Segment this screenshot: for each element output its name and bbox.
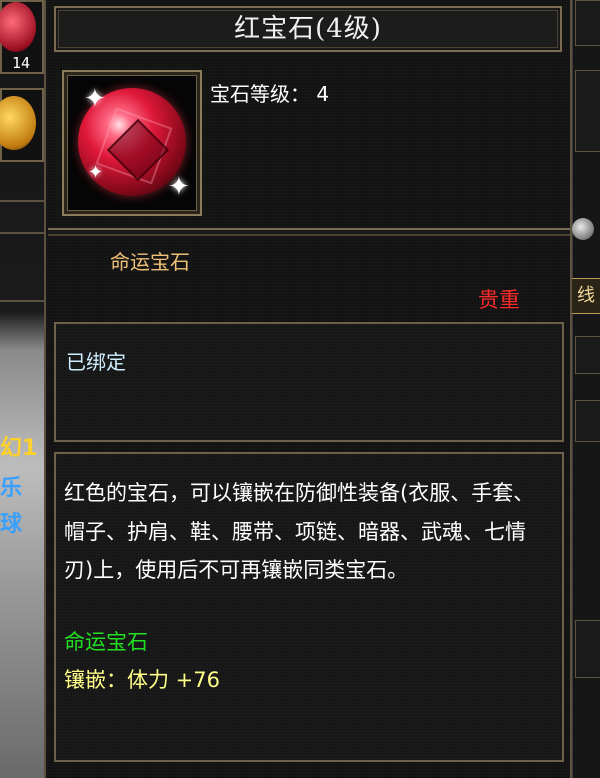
- coin-icon[interactable]: [572, 218, 594, 240]
- gem-slot-icon: [0, 2, 36, 52]
- gem-level-label: 宝石等级：: [210, 82, 310, 106]
- slot-count: 14: [12, 54, 31, 72]
- item-quality: 贵重: [478, 288, 520, 312]
- item-description: 红色的宝石，可以镶嵌在防御性装备(衣服、手套、帽子、护肩、鞋、腰带、项链、暗器、…: [64, 481, 535, 582]
- item-icon-frame: ✦ ✦ ✦: [62, 70, 202, 216]
- section-divider: [48, 228, 570, 236]
- background-text: 球: [0, 512, 23, 537]
- right-tab[interactable]: [575, 400, 600, 442]
- sparkle-icon: ✦: [84, 84, 106, 114]
- inlay-stat: 镶嵌：体力 +76: [64, 668, 220, 692]
- background-text: 幻1: [0, 436, 38, 461]
- bind-status: 已绑定: [66, 350, 126, 374]
- gem-level: 宝石等级： 4: [210, 78, 329, 107]
- item-title: 红宝石(4级): [54, 6, 562, 52]
- side-bar: [0, 200, 44, 234]
- right-tab[interactable]: [575, 620, 600, 678]
- side-bar: [0, 260, 44, 302]
- right-tab[interactable]: [575, 336, 600, 374]
- inventory-slot[interactable]: [0, 88, 44, 162]
- orb-slot-icon: [0, 96, 36, 150]
- sparkle-icon: ✦: [88, 162, 104, 183]
- bind-status-box: [54, 322, 564, 442]
- sparkle-icon: ✦: [168, 172, 190, 202]
- right-tab[interactable]: [575, 70, 600, 152]
- item-type-tag: 命运宝石: [64, 630, 148, 654]
- right-side-button[interactable]: 线: [570, 278, 600, 314]
- item-category: 命运宝石: [110, 250, 190, 274]
- right-tab[interactable]: [575, 0, 600, 46]
- inventory-slot[interactable]: 14: [0, 0, 44, 74]
- background-text: 乐: [0, 476, 23, 501]
- gem-level-value: 4: [316, 82, 330, 106]
